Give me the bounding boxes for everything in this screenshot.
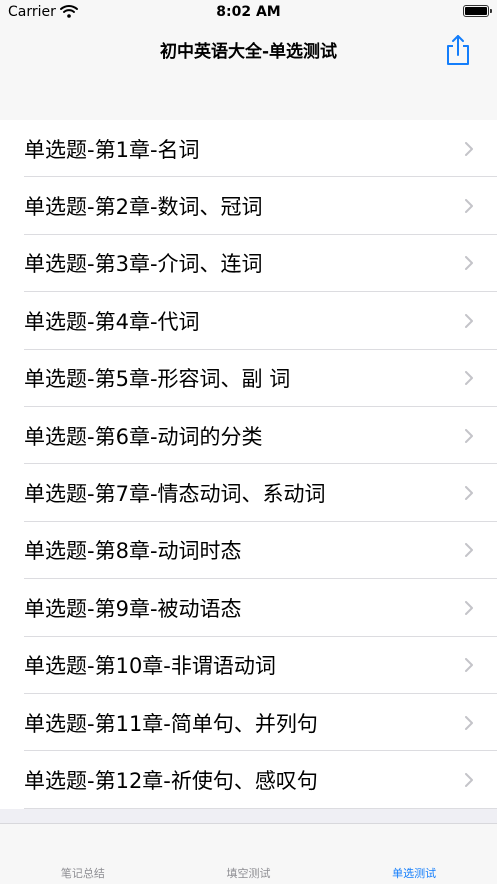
list-item-label: 单选题-第2章-数词、冠词 <box>24 195 263 220</box>
list-item-label: 单选题-第12章-祈使句、感叹句 <box>24 768 318 793</box>
chevron-right-icon <box>465 199 473 214</box>
list-item-label: 单选题-第10章-非谓语动词 <box>24 654 276 679</box>
status-bar: Carrier 8:02 AM <box>0 0 497 26</box>
list-item[interactable]: 单选题-第4章-代词 <box>0 292 497 350</box>
list-item[interactable]: 单选题-第1章-名词 <box>0 120 497 178</box>
page-title: 初中英语大全-单选测试 <box>159 42 338 62</box>
list-item[interactable]: 单选题-第8章-动词时态 <box>0 522 497 580</box>
battery-fill <box>465 7 487 15</box>
list-item[interactable]: 单选题-第2章-数词、冠词 <box>0 177 497 236</box>
battery-icon <box>463 5 492 17</box>
tab-1[interactable]: 笔记总结 <box>0 824 166 884</box>
list-item-label: 单选题-第7章-情态动词、系动词 <box>24 482 326 507</box>
list-item[interactable]: 单选题-第5章-形容词、副 词 <box>0 350 497 408</box>
tab-bar: 笔记总结 填空测试 单选测试 <box>0 823 497 884</box>
navigation-bar: 初中英语大全-单选测试 <box>0 26 497 121</box>
tab-label: 笔记总结 <box>60 867 105 880</box>
list-item-label: 单选题-第1章-名词 <box>24 137 200 162</box>
list-item-label: 单选题-第11章-简单句、并列句 <box>24 711 318 736</box>
share-icon[interactable] <box>444 33 472 67</box>
tab-label: 单选测试 <box>392 867 437 880</box>
list-item-label: 单选题-第4章-代词 <box>24 309 200 334</box>
chevron-right-icon <box>465 141 473 156</box>
chevron-right-icon <box>465 371 473 386</box>
clock: 8:02 AM <box>216 4 281 20</box>
chevron-right-icon <box>465 772 473 787</box>
chevron-right-icon <box>465 600 473 615</box>
tab-3[interactable]: 单选测试 <box>331 824 497 884</box>
list-item-label: 单选题-第6章-动词的分类 <box>24 424 263 449</box>
list-item[interactable]: 单选题-第3章-介词、连词 <box>0 235 497 293</box>
list-item[interactable]: 单选题-第11章-简单句、并列句 <box>0 694 497 752</box>
chevron-right-icon <box>465 543 473 558</box>
list-item-label: 单选题-第5章-形容词、副 词 <box>24 367 291 392</box>
list-item-label: 单选题-第9章-被动语态 <box>24 596 242 621</box>
tab-2[interactable]: 填空测试 <box>166 824 332 884</box>
chevron-right-icon <box>465 658 473 673</box>
list-item[interactable]: 单选题-第6章-动词的分类 <box>0 407 497 465</box>
chevron-right-icon <box>465 715 473 730</box>
chevron-right-icon <box>465 256 473 271</box>
chapter-list: 单选题-第1章-名词 单选题-第2章-数词、冠词 单选题-第3章-介词、连词 单选题-… <box>0 120 497 810</box>
chevron-right-icon <box>465 486 473 501</box>
list-item[interactable]: 单选题-第12章-祈使句、感叹句 <box>0 751 497 810</box>
list-item[interactable]: 单选题-第10章-非谓语动词 <box>0 637 497 695</box>
list-item-label: 单选题-第8章-动词时态 <box>24 539 242 564</box>
tab-label: 填空测试 <box>226 867 271 880</box>
list-item[interactable]: 单选题-第9章-被动语态 <box>0 579 497 637</box>
chevron-right-icon <box>465 428 473 443</box>
chevron-right-icon <box>465 313 473 328</box>
list-item-label: 单选题-第3章-介词、连词 <box>24 252 263 277</box>
list-item[interactable]: 单选题-第7章-情态动词、系动词 <box>0 464 497 523</box>
